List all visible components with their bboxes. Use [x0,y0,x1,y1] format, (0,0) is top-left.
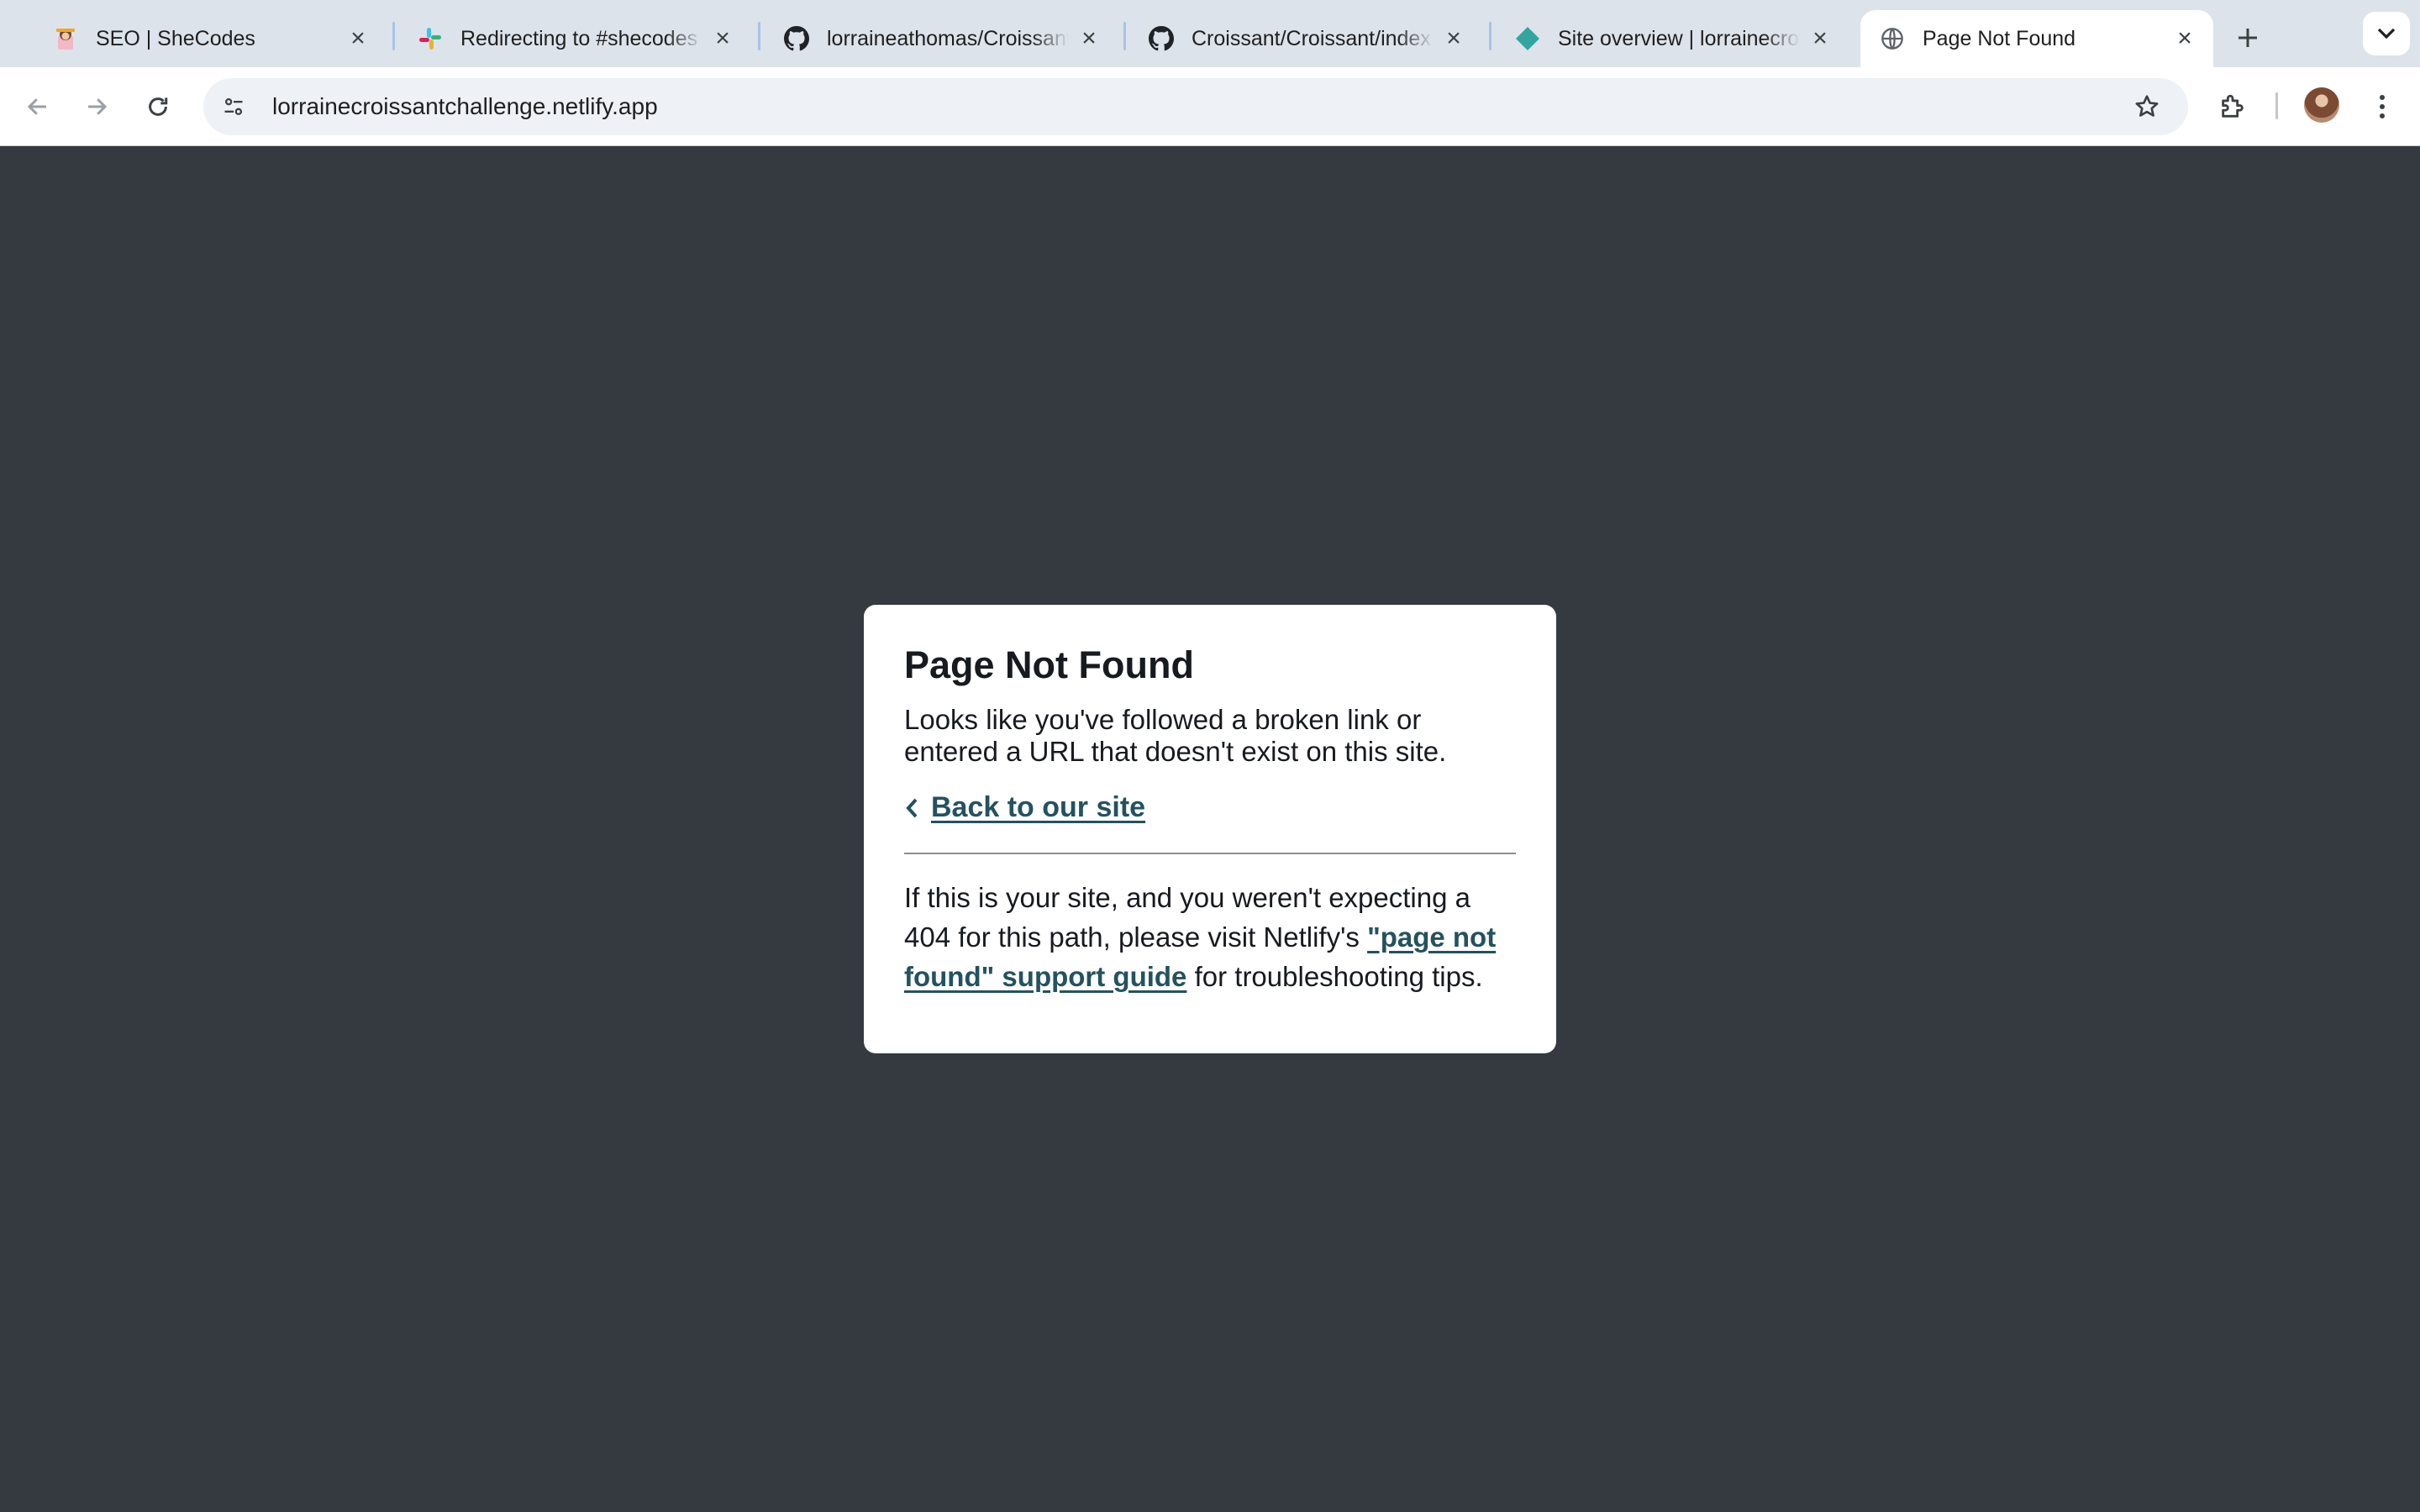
forward-button[interactable] [76,86,118,128]
tab-slack-redirect[interactable]: Redirecting to #shecodes × [398,10,751,67]
puzzle-icon [2222,94,2244,118]
reload-button[interactable] [137,86,179,128]
error-description: Looks like you've followed a broken link… [904,704,1447,767]
tab-divider [1123,22,1126,50]
site-info-icon[interactable] [215,88,252,125]
shecodes-icon [52,25,79,52]
tab-divider [758,22,760,50]
chevron-down-icon [2377,28,2396,39]
github-icon [783,25,810,52]
not-found-card: Page Not Found Looks like you've followe… [864,605,1556,1053]
page-content: Page Not Found Looks like you've followe… [0,146,2420,1512]
url-text[interactable]: lorrainecroissantchallenge.netlify.app [272,93,2126,120]
tab-title: lorraineathomas/Croissant [827,26,1069,50]
github-icon [1148,25,1175,52]
tab-search-button[interactable] [2363,12,2410,55]
close-icon[interactable]: × [345,24,371,52]
bookmark-star-icon[interactable] [2126,86,2168,128]
close-icon[interactable]: × [2171,24,2198,52]
tab-page-not-found[interactable]: Page Not Found × [1860,10,2213,67]
chevron-left-icon [904,795,923,821]
back-to-site-link[interactable]: Back to our site [904,791,1145,824]
globe-icon [1879,25,1906,52]
tab-title: Croissant/Croissant/index [1192,26,1431,50]
extensions-button[interactable] [2212,86,2254,128]
browser-toolbar: lorrainecroissantchallenge.netlify.app [0,67,2420,146]
arrow-left-icon [27,98,46,115]
tab-netlify-overview[interactable]: Site overview | lorrainecroissant × [1496,10,1849,67]
browser-menu-button[interactable] [2361,86,2403,128]
tab-strip: SEO | SheCodes × Redirecting to #shecode… [0,0,2420,67]
close-icon[interactable]: × [1076,24,1102,52]
tab-title: SEO | SheCodes [96,26,255,50]
more-vert-icon [2380,95,2385,118]
tab-github-index[interactable]: Croissant/Croissant/index × [1129,10,1482,67]
page-title: Page Not Found [904,643,1194,686]
tab-divider [1489,22,1491,50]
help-text: If this is your site, and you weren't ex… [904,878,1516,996]
reload-icon [149,97,168,116]
back-button[interactable] [17,86,59,128]
tab-title: Page Not Found [1923,26,2076,50]
slack-icon [417,25,444,52]
close-icon[interactable]: × [1807,24,1833,52]
close-icon[interactable]: × [709,24,736,52]
tab-title: Redirecting to #shecodes [460,26,698,50]
toolbar-divider [2275,92,2278,119]
back-link-label: Back to our site [931,791,1146,823]
close-icon[interactable]: × [1440,24,1467,52]
arrow-right-icon [88,98,108,115]
tab-shecodes-seo[interactable]: SEO | SheCodes × [34,10,387,67]
plus-icon [2238,29,2257,47]
profile-avatar[interactable] [2304,87,2339,123]
netlify-icon [1514,25,1541,52]
help-text-after: for troubleshooting tips. [1186,961,1483,992]
divider [904,853,1516,854]
tab-github-repo[interactable]: lorraineathomas/Croissant × [765,10,1118,67]
tab-divider [392,22,395,50]
new-tab-button[interactable] [2227,17,2269,59]
tab-title: Site overview | lorrainecroissant [1558,26,1800,50]
address-bar[interactable]: lorrainecroissantchallenge.netlify.app [203,78,2188,135]
